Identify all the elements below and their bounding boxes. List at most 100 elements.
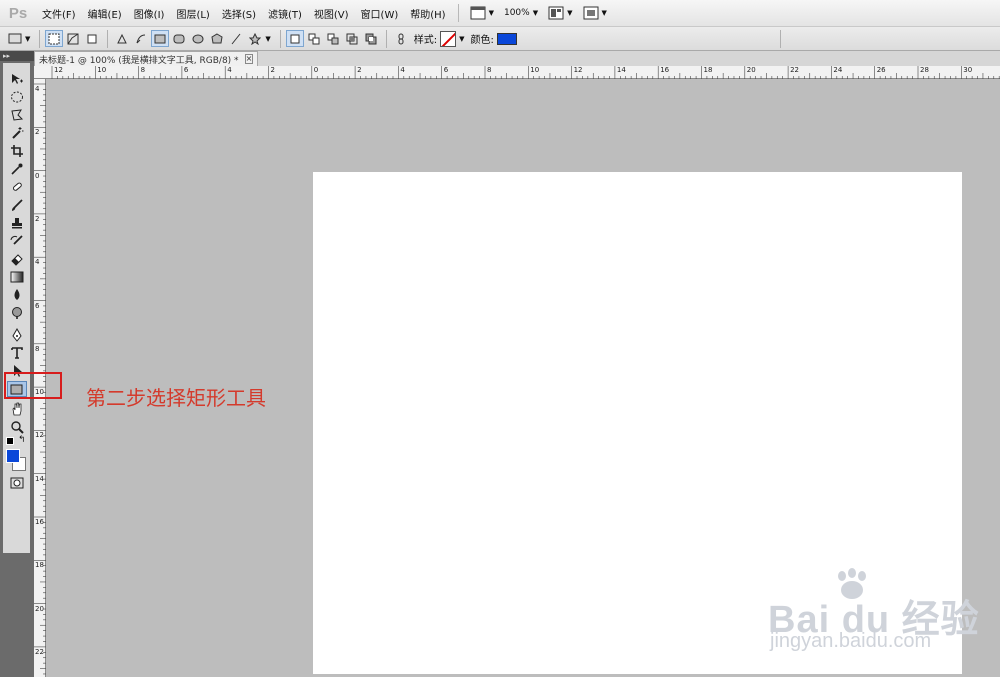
menu-help[interactable]: 帮助(H) <box>404 6 451 21</box>
custom-shape-icon <box>249 32 262 45</box>
menu-separator <box>457 4 459 22</box>
magic-wand-icon <box>12 127 24 139</box>
ellipse-icon <box>192 34 204 43</box>
move-tool[interactable] <box>7 71 27 87</box>
hand-tool[interactable] <box>7 401 27 417</box>
magnifier-icon <box>11 421 24 434</box>
zoom-tool[interactable] <box>7 419 27 435</box>
menu-window[interactable]: 窗口(W) <box>355 6 405 21</box>
document-tab-bar: 未标题-1 @ 100% (我是横排文字工具, RGB/8) * × <box>34 51 1000 66</box>
polygon-icon <box>211 32 223 43</box>
screen-mode-button[interactable]: ▼ <box>578 6 612 20</box>
menu-view[interactable]: 视图(V) <box>308 6 355 21</box>
watermark-url: jingyan.baidu.com <box>770 630 932 652</box>
options-separator <box>39 29 41 48</box>
subtract-shape-icon <box>327 33 339 44</box>
arrange-documents-button[interactable]: ▼ <box>543 6 577 20</box>
eyedropper-tool[interactable] <box>7 161 27 177</box>
tools-panel-collapse[interactable]: ▸▸ <box>0 51 34 61</box>
zoom-level-value: 100% <box>503 8 530 18</box>
hand-icon <box>12 402 22 416</box>
clone-stamp-tool[interactable] <box>7 215 27 231</box>
freeform-pen-button[interactable] <box>132 30 150 47</box>
type-icon <box>11 347 23 359</box>
eraser-icon <box>11 254 23 266</box>
blur-tool[interactable] <box>7 287 27 303</box>
swap-colors-icon[interactable]: ↰ <box>18 435 26 445</box>
rectangle-shape-button[interactable] <box>151 30 170 47</box>
pen-tool[interactable] <box>7 327 27 343</box>
rectangle-tool-highlight-box <box>4 372 62 399</box>
menu-edit[interactable]: 编辑(E) <box>82 6 128 21</box>
tool-preset-picker[interactable] <box>6 30 24 47</box>
menu-bar: Ps 文件(F) 编辑(E) 图像(I) 图层(L) 选择(S) 滤镜(T) 视… <box>0 0 1000 27</box>
menu-image[interactable]: 图像(I) <box>128 6 171 21</box>
chevron-down-icon: ▼ <box>459 34 465 43</box>
chevron-down-icon: ▼ <box>567 9 573 17</box>
quick-mask-button[interactable] <box>7 475 27 491</box>
options-bar: ▼ ▼ 样式: ▼ 颜色: <box>0 27 1000 51</box>
screen-mode-icon <box>583 6 598 20</box>
arrange-icon <box>548 6 564 20</box>
intersect-shape-areas-button[interactable] <box>343 30 361 47</box>
style-picker[interactable] <box>440 30 457 47</box>
document-tab[interactable]: 未标题-1 @ 100% (我是横排文字工具, RGB/8) * × <box>34 51 258 66</box>
dodge-tool[interactable] <box>7 305 27 321</box>
foreground-color-swatch[interactable] <box>6 449 20 463</box>
polygon-button[interactable] <box>208 30 226 47</box>
menu-file[interactable]: 文件(F) <box>36 6 82 21</box>
menu-filter[interactable]: 滤镜(T) <box>262 6 308 21</box>
add-shape-icon <box>308 33 320 44</box>
link-icon <box>398 33 404 44</box>
launch-bridge-button[interactable]: ▼ <box>465 6 499 20</box>
eraser-tool[interactable] <box>7 251 27 267</box>
freeform-pen-icon <box>136 34 146 43</box>
zoom-level-dropdown[interactable]: 100% ▼ <box>499 8 543 18</box>
subtract-shape-area-button[interactable] <box>324 30 342 47</box>
fill-pixels-button[interactable] <box>83 30 101 47</box>
line-button[interactable] <box>227 30 245 47</box>
exclude-overlapping-button[interactable] <box>362 30 380 47</box>
exclude-shape-icon <box>365 33 377 44</box>
lasso-tool[interactable] <box>7 107 27 123</box>
chevron-down-icon: ▼ <box>532 9 539 17</box>
line-icon <box>232 33 241 44</box>
intersect-shape-icon <box>346 33 358 44</box>
elliptical-marquee-icon <box>11 91 23 103</box>
rectangle-preset-icon <box>8 33 22 44</box>
ellipse-button[interactable] <box>189 30 207 47</box>
custom-shape-button[interactable] <box>246 30 264 47</box>
style-label: 样式: <box>413 35 438 46</box>
rectangle-icon <box>154 34 166 43</box>
type-tool[interactable] <box>7 345 27 361</box>
create-new-shape-layer-button[interactable] <box>285 30 304 47</box>
spot-healing-tool[interactable] <box>7 179 27 195</box>
marquee-tool[interactable] <box>7 89 27 105</box>
dodge-icon <box>12 307 22 319</box>
pen-icon <box>12 328 22 342</box>
brush-tool[interactable] <box>7 197 27 213</box>
paths-button[interactable] <box>64 30 82 47</box>
default-colors-icon[interactable] <box>6 437 14 445</box>
shape-layers-button[interactable] <box>45 30 64 47</box>
menu-layer[interactable]: 图层(L) <box>170 6 215 21</box>
menu-select[interactable]: 选择(S) <box>216 6 262 21</box>
horizontal-ruler: 12 10 8 6 4 2 0 2 4 6 8 10 12 14 16 18 20 22 24 26 28 30 <box>34 66 1000 79</box>
pen-tool-button[interactable] <box>113 30 131 47</box>
link-style-button[interactable] <box>392 30 410 47</box>
rounded-rectangle-button[interactable] <box>170 30 188 47</box>
options-separator <box>107 29 109 48</box>
quick-selection-tool[interactable] <box>7 125 27 141</box>
crop-tool[interactable] <box>7 143 27 159</box>
history-brush-icon <box>10 235 23 245</box>
quick-mask-icon <box>10 477 24 489</box>
step-annotation: 第二步选择矩形工具 <box>86 386 266 410</box>
color-swatch[interactable] <box>496 32 517 45</box>
gradient-tool[interactable] <box>7 269 27 285</box>
options-separator <box>279 29 281 48</box>
options-separator <box>780 30 781 48</box>
add-to-shape-area-button[interactable] <box>305 30 323 47</box>
fill-pixels-icon <box>87 34 97 43</box>
close-icon[interactable]: × <box>244 54 254 64</box>
history-brush-tool[interactable] <box>7 233 27 249</box>
